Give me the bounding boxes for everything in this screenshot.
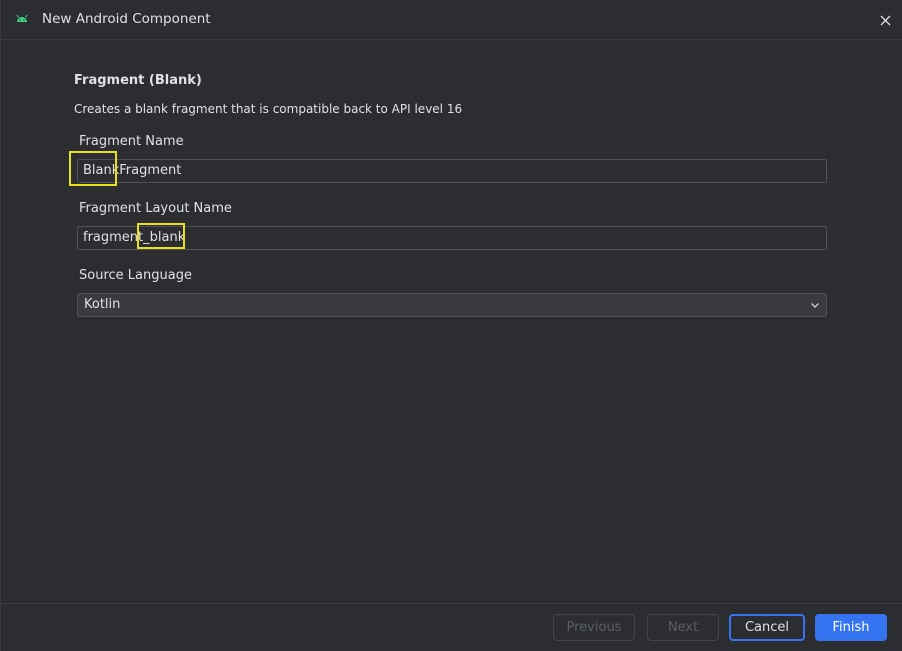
dialog-title: New Android Component xyxy=(42,11,211,27)
close-icon xyxy=(880,15,891,26)
fragment-name-input[interactable]: BlankFragment xyxy=(77,159,827,183)
cancel-button[interactable]: Cancel xyxy=(729,614,805,641)
fragment-layout-name-label: Fragment Layout Name xyxy=(79,201,232,216)
new-android-component-dialog: New Android Component Fragment (Blank) C… xyxy=(0,0,902,651)
source-language-select[interactable]: Kotlin xyxy=(77,293,827,317)
title-bar: New Android Component xyxy=(1,0,902,40)
section-title: Fragment (Blank) xyxy=(74,73,202,88)
fragment-layout-name-input[interactable]: fragment_blank xyxy=(77,226,827,250)
finish-button[interactable]: Finish xyxy=(815,614,887,641)
section-description: Creates a blank fragment that is compati… xyxy=(74,102,463,116)
footer-divider xyxy=(1,603,902,604)
android-icon xyxy=(16,14,28,22)
next-button[interactable]: Next xyxy=(647,614,719,641)
close-button[interactable] xyxy=(873,8,897,32)
chevron-down-icon xyxy=(811,303,819,308)
source-language-label: Source Language xyxy=(79,268,192,283)
previous-button[interactable]: Previous xyxy=(553,614,635,641)
fragment-name-label: Fragment Name xyxy=(79,134,184,149)
source-language-value: Kotlin xyxy=(84,297,121,312)
